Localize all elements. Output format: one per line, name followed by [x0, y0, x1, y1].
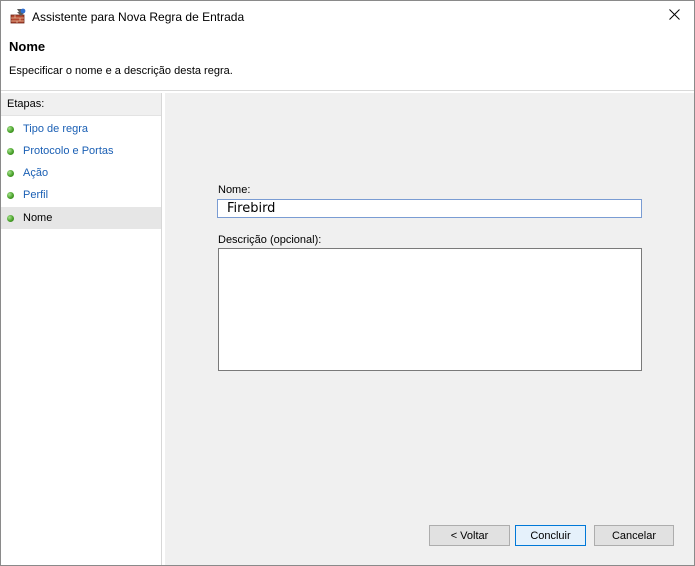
header-divider-highlight	[1, 91, 694, 92]
steps-panel: Etapas: Tipo de regra Protocolo e Portas…	[1, 93, 162, 565]
close-icon	[668, 9, 680, 23]
step-complete-icon	[7, 192, 14, 199]
step-label: Tipo de regra	[23, 123, 89, 135]
step-label: Protocolo e Portas	[23, 145, 114, 157]
name-label: Nome:	[218, 184, 251, 196]
step-perfil[interactable]: Perfil	[1, 184, 161, 206]
step-complete-icon	[7, 126, 14, 133]
step-protocolo-e-portas[interactable]: Protocolo e Portas	[1, 140, 161, 162]
finish-button[interactable]: Concluir	[515, 525, 586, 546]
page-title: Nome	[9, 39, 46, 54]
step-tipo-de-regra[interactable]: Tipo de regra	[1, 118, 161, 140]
step-complete-icon	[7, 170, 14, 177]
step-label: Ação	[23, 167, 49, 179]
step-label: Nome	[23, 212, 53, 224]
firewall-rule-icon	[10, 8, 27, 24]
steps-title: Etapas:	[1, 93, 161, 116]
step-complete-icon	[7, 148, 14, 155]
step-label: Perfil	[23, 189, 49, 201]
window-title: Assistente para Nova Regra de Entrada	[32, 10, 245, 24]
name-input[interactable]: Firebird	[217, 199, 642, 218]
step-acao[interactable]: Ação	[1, 162, 161, 184]
description-label: Descrição (opcional):	[218, 234, 322, 246]
step-current-icon	[7, 215, 14, 222]
back-button[interactable]: < Voltar	[429, 525, 510, 546]
cancel-button[interactable]: Cancelar	[594, 525, 674, 546]
main-panel: Nome: Firebird Descrição (opcional): < V…	[165, 93, 694, 565]
wizard-header: Nome Especificar o nome e a descrição de…	[1, 32, 694, 90]
wizard-window: Assistente para Nova Regra de Entrada No…	[0, 0, 695, 566]
close-button[interactable]	[654, 1, 694, 31]
description-textarea[interactable]	[218, 248, 642, 371]
page-subtitle: Especificar o nome e a descrição desta r…	[9, 65, 233, 77]
title-bar: Assistente para Nova Regra de Entrada	[1, 1, 694, 32]
step-nome[interactable]: Nome	[1, 207, 161, 229]
